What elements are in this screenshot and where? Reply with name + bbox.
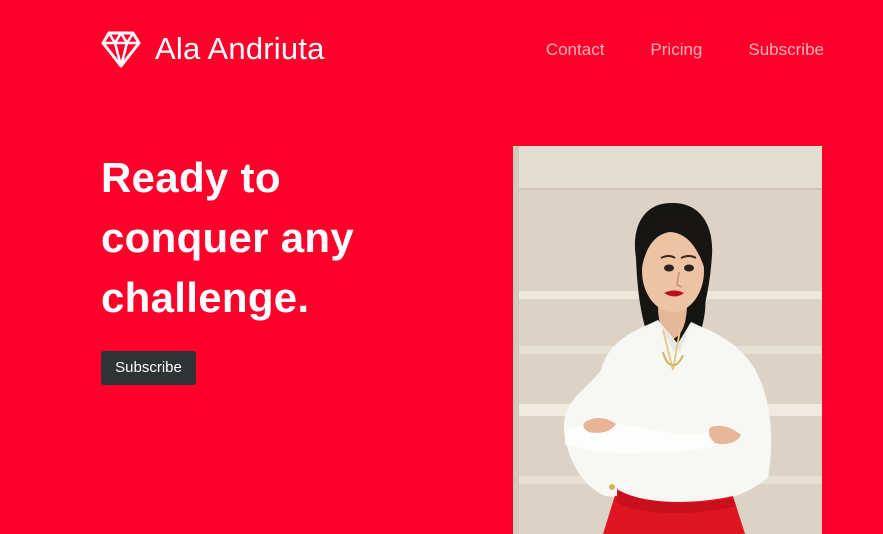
portrait-photo — [513, 146, 822, 534]
nav-link-pricing[interactable]: Pricing — [650, 39, 702, 61]
hero-title-line-1: Ready to — [101, 154, 281, 201]
hero-title: Ready to conquer any challenge. — [101, 148, 431, 328]
diamond-icon — [101, 31, 141, 68]
brand-logo-link[interactable]: Ala Andriuta — [101, 30, 325, 68]
brand-name: Ala Andriuta — [155, 31, 325, 66]
nav-link-subscribe[interactable]: Subscribe — [748, 39, 824, 61]
portrait-illustration — [513, 146, 822, 534]
main-nav: Contact Pricing Subscribe — [546, 39, 824, 61]
hero-title-line-2: conquer any — [101, 214, 355, 261]
nav-link-contact[interactable]: Contact — [546, 39, 605, 61]
hero-title-line-3: challenge. — [101, 274, 310, 321]
site-header: Ala Andriuta Contact Pricing Subscribe — [0, 0, 883, 100]
hero-subscribe-button[interactable]: Subscribe — [101, 351, 196, 385]
